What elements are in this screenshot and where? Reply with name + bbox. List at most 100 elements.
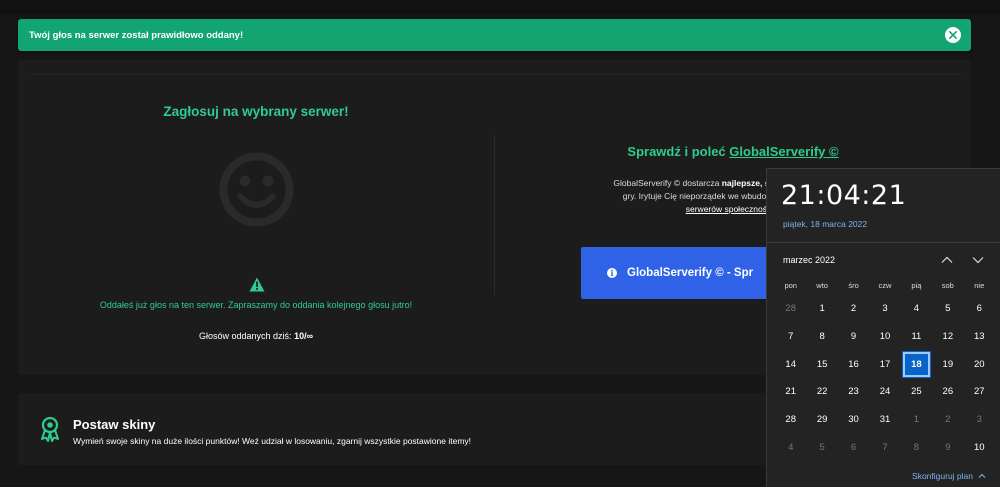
calendar-day[interactable]: 1 [901,406,932,434]
calendar-week: 28 29 30 31 1 2 3 [775,406,995,434]
calendar-week: 28 1 2 3 4 5 6 [775,295,995,323]
top-bar [0,0,1000,14]
calendar-week: 14 15 16 17 18 19 20 [775,350,995,378]
calendar-day[interactable]: 7 [869,433,900,461]
calendar-day-number: 9 [850,331,857,343]
calendar-day-today[interactable]: 18 [901,350,932,378]
calendar-day[interactable]: 16 [838,350,869,378]
calendar-day-number: 5 [819,441,825,453]
calendar-day[interactable]: 8 [901,433,932,461]
calendar-day-number: 1 [819,303,825,315]
calendar-day[interactable]: 10 [869,323,900,351]
calendar-day[interactable]: 11 [901,323,932,351]
calendar-day-number: 27 [973,386,985,398]
calendar-day[interactable]: 28 [775,406,806,434]
calendar-day-number: 7 [788,331,794,343]
weekday-label: nie [974,280,985,290]
alert-close-button[interactable] [945,27,961,43]
calendar-day-number: 18 [901,350,931,378]
calendar-day[interactable]: 26 [932,378,963,406]
calendar-day[interactable]: 14 [775,350,806,378]
calendar-day-number: 29 [816,414,828,426]
month-label[interactable]: marzec 2022 [783,255,835,265]
calendar-day[interactable]: 2 [838,295,869,323]
long-date-link[interactable]: piątek, 18 marca 2022 [783,219,867,229]
calendar-day[interactable]: 5 [806,433,837,461]
info-icon: i [607,268,617,278]
chevron-up-small-icon [978,473,986,478]
calendar-day-number: 17 [879,358,891,370]
vote-title: Zagłosuj na wybrany serwer! [163,104,349,119]
calendar-day[interactable]: 28 [775,295,806,323]
calendar-day[interactable]: 30 [838,406,869,434]
calendar-day[interactable]: 19 [932,350,963,378]
vote-count-value: 10/∞ [294,331,313,341]
calendar-day-number: 10 [973,441,985,453]
calendar-day-number: 8 [819,331,825,343]
calendar-day[interactable]: 31 [869,406,900,434]
calendar-day-number: 30 [848,414,859,426]
configure-plan-link[interactable]: Skonfiguruj plan [912,471,986,481]
calendar-day[interactable]: 29 [806,406,837,434]
calendar-day-number: 1 [913,414,920,426]
calendar-day[interactable]: 3 [869,295,900,323]
gs-title-prefix: Sprawdź i poleć [627,144,726,159]
calendar-day[interactable]: 21 [775,378,806,406]
calendar-day[interactable]: 4 [901,295,932,323]
calendar-week: 4 5 6 7 8 9 10 [775,433,995,461]
calendar-day[interactable]: 7 [775,323,806,351]
calendar-day[interactable]: 25 [901,378,932,406]
calendar-day[interactable]: 22 [806,378,837,406]
calendar-day[interactable]: 9 [838,323,869,351]
calendar-day[interactable]: 20 [964,350,995,378]
gs-title-link[interactable]: GlobalServerify © [729,144,838,159]
calendar-day[interactable]: 6 [838,433,869,461]
calendar-day-number: 24 [879,386,891,398]
warning-icon [249,277,265,292]
calendar-day[interactable]: 1 [806,295,837,323]
award-badge-icon [41,417,59,442]
calendar-day-number: 6 [976,303,982,315]
calendar-day-number: 2 [850,303,857,315]
calendar-day-number: 16 [848,358,859,370]
calendar-day-number: 25 [911,386,922,398]
calendar-day[interactable]: 13 [964,323,995,351]
smiley-icon [219,152,294,227]
weekday-label: pią [911,280,922,290]
calendar-day-number: 19 [942,358,954,370]
gs-button-label: GlobalServerify © - Spr [627,267,754,279]
calendar-day[interactable]: 6 [964,295,995,323]
calendar-day[interactable]: 9 [932,433,963,461]
weekday-header: pon wto śro czw pią sob nie [775,275,995,295]
calendar-day[interactable]: 23 [838,378,869,406]
chevron-up-icon[interactable] [940,253,954,267]
calendar-day[interactable]: 3 [964,406,995,434]
chevron-down-icon[interactable] [971,253,985,267]
calendar-day-number: 21 [785,386,796,398]
calendar-day-number: 23 [848,386,859,398]
weekday-label: śro [848,280,859,290]
gs-desc-text-1: GlobalServerify © dostarcza [613,178,720,188]
calendar-day[interactable]: 5 [932,295,963,323]
calendar-day-number: 31 [879,414,891,426]
calendar-day[interactable]: 15 [806,350,837,378]
calendar-day-number: 2 [945,414,951,426]
gs-title: Sprawdź i poleć GlobalServerify © [495,144,971,159]
calendar-day[interactable]: 2 [932,406,963,434]
calendar-day[interactable]: 27 [964,378,995,406]
calendar-flyout: 21:04:21 piątek, 18 marca 2022 marzec 20… [766,168,1000,487]
calendar-day[interactable]: 17 [869,350,900,378]
calendar-day-number: 5 [945,303,951,315]
calendar-day[interactable]: 4 [775,433,806,461]
calendar-day[interactable]: 24 [869,378,900,406]
skins-title: Postaw skiny [73,417,156,432]
calendar-day-number: 6 [850,441,857,453]
calendar-day[interactable]: 8 [806,323,837,351]
vote-count-label: Głosów oddanych dziś: [198,331,292,341]
calendar-day-number: 8 [913,441,920,453]
weekday-label: pon [784,280,797,290]
calendar-day-number: 12 [942,331,954,343]
calendar-day-number: 20 [973,358,985,370]
calendar-day[interactable]: 12 [932,323,963,351]
calendar-day[interactable]: 10 [964,433,995,461]
